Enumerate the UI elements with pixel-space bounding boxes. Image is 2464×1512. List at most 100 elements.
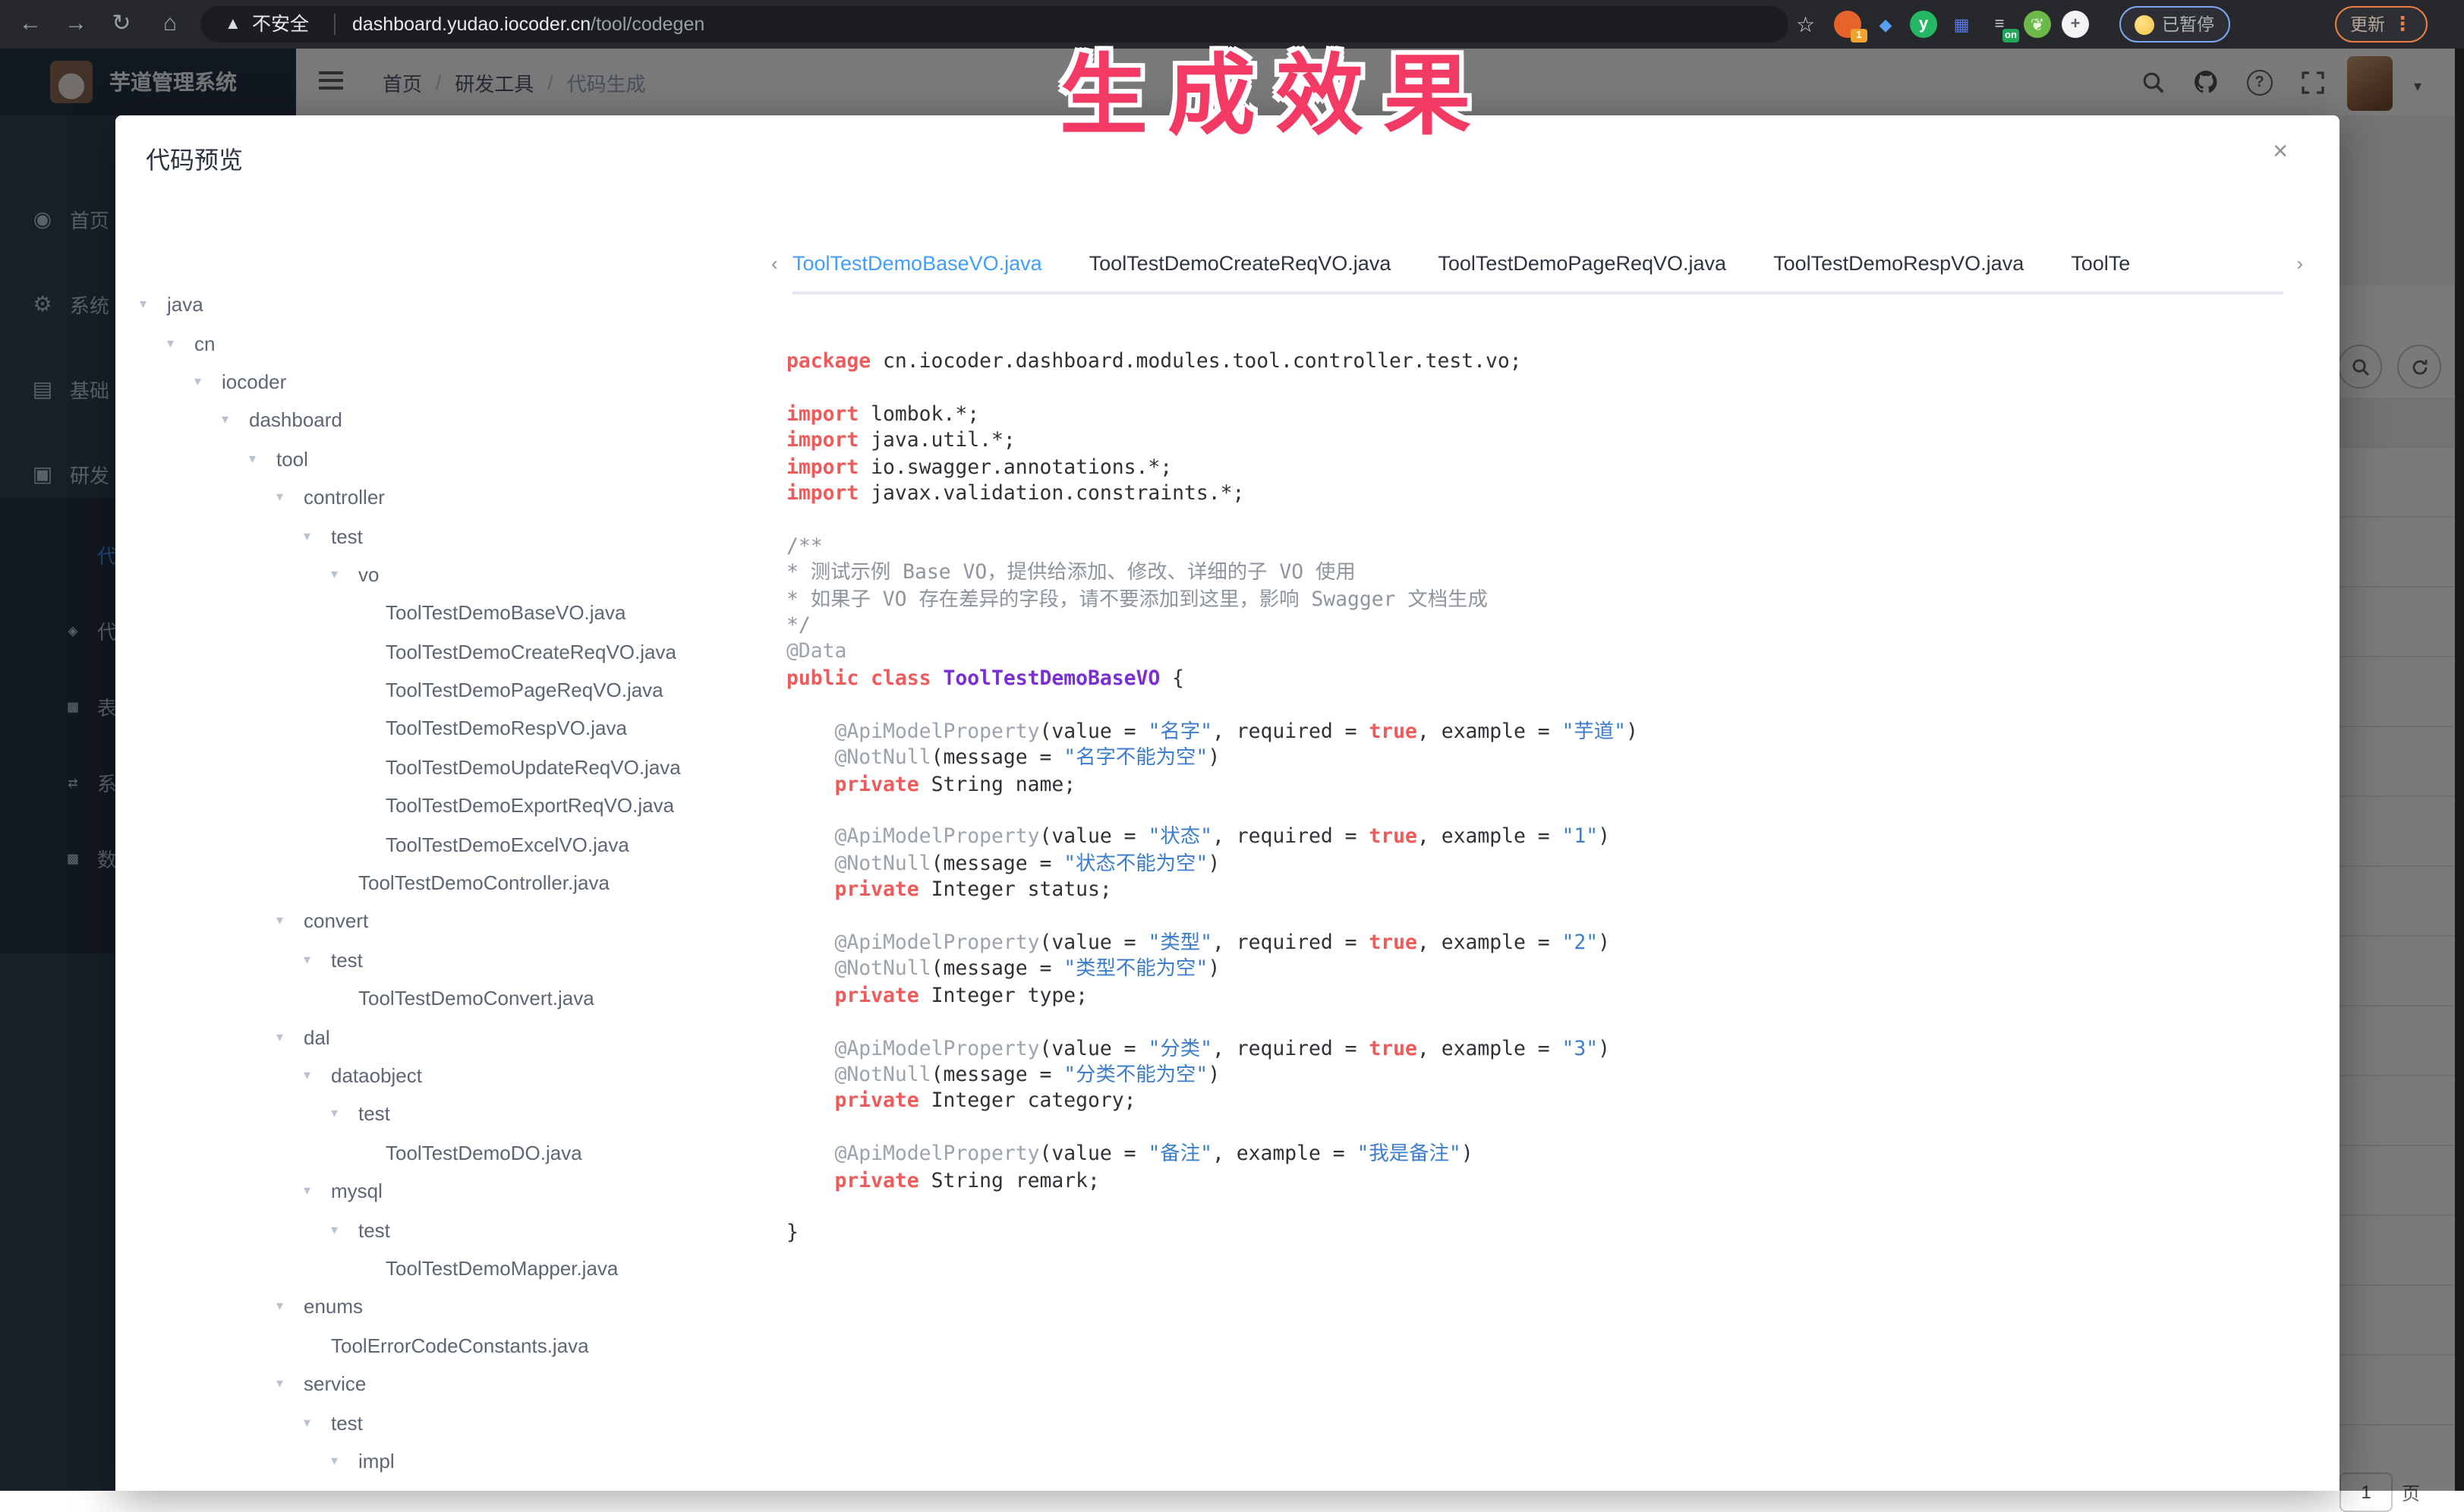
tree-folder-test[interactable]: ▾test xyxy=(128,940,765,979)
code-line: @ApiModelProperty(value = "名字", required… xyxy=(786,719,2305,745)
tree-file-ToolTestDemoPageReqVO.java[interactable]: ToolTestDemoPageReqVO.java xyxy=(128,671,765,710)
tab-4[interactable]: ToolTe xyxy=(2071,240,2130,291)
tree-file-ToolTestDemoController.java[interactable]: ToolTestDemoController.java xyxy=(128,864,765,902)
extension-yuque-icon[interactable]: y xyxy=(1910,11,1937,38)
browser-forward-icon[interactable]: → xyxy=(58,0,94,49)
tab-2[interactable]: ToolTestDemoPageReqVO.java xyxy=(1438,240,1726,291)
tree-expand-icon[interactable]: ▾ xyxy=(276,489,304,506)
tree-expand-icon[interactable]: ▾ xyxy=(304,528,331,544)
tree-expand-icon[interactable]: ▾ xyxy=(222,412,249,429)
browser-home-icon[interactable]: ⌂ xyxy=(152,0,188,49)
tree-expand-icon[interactable]: ▾ xyxy=(331,566,358,583)
extension-gem-icon[interactable]: ◆ xyxy=(1872,11,1899,38)
extension-switch-icon[interactable]: ≡on xyxy=(1986,11,2013,38)
security-label[interactable]: 不安全 xyxy=(252,6,309,43)
profile-paused-pill[interactable]: 已暂停 xyxy=(2119,6,2229,43)
extension-grid-icon[interactable]: ▦ xyxy=(1948,11,1975,38)
tree-folder-test[interactable]: ▾test xyxy=(128,1403,765,1442)
tree-folder-tool[interactable]: ▾tool xyxy=(128,439,765,478)
tabs-prev-icon[interactable]: ‹ xyxy=(771,252,778,275)
tree-folder-cn[interactable]: ▾cn xyxy=(128,324,765,363)
annotation-text: 生成效果 xyxy=(1060,24,1491,152)
tree-expand-icon[interactable]: ▾ xyxy=(304,952,331,969)
tree-folder-dataobject[interactable]: ▾dataobject xyxy=(128,1057,765,1095)
page-url[interactable]: dashboard.yudao.iocoder.cn/tool/codegen xyxy=(352,6,704,43)
code-view[interactable]: package cn.iocoder.dashboard.modules.too… xyxy=(786,349,2305,1248)
code-line: import lombok.*; xyxy=(786,402,2305,429)
code-line: import io.swagger.annotations.*; xyxy=(786,455,2305,481)
chrome-update-button[interactable]: 更新 ⋮ xyxy=(2335,6,2428,43)
code-line: private String name; xyxy=(786,772,2305,799)
code-line xyxy=(786,904,2305,931)
omnibox-divider xyxy=(334,14,336,35)
code-line xyxy=(786,1116,2305,1142)
tree-file-ToolTestDemoDO.java[interactable]: ToolTestDemoDO.java xyxy=(128,1133,765,1172)
tree-expand-icon[interactable]: ▾ xyxy=(331,1453,358,1469)
tree-folder-controller[interactable]: ▾controller xyxy=(128,478,765,517)
tree-folder-service[interactable]: ▾service xyxy=(128,1365,765,1403)
tree-file-ToolErrorCodeConstants.java[interactable]: ToolErrorCodeConstants.java xyxy=(128,1326,765,1365)
code-line: * 如果子 VO 存在差异的字段，请不要添加到这里，影响 Swagger 文档生… xyxy=(786,587,2305,613)
tree-folder-convert[interactable]: ▾convert xyxy=(128,902,765,941)
security-warning-icon: ▲ xyxy=(225,6,241,43)
extension-plant-icon[interactable]: ❦ xyxy=(2024,11,2051,38)
tree-file-ToolTestDemoExportReqVO.java[interactable]: ToolTestDemoExportReqVO.java xyxy=(128,786,765,825)
code-line: @ApiModelProperty(value = "状态", required… xyxy=(786,825,2305,852)
tree-expand-icon[interactable]: ▾ xyxy=(249,451,276,468)
code-line: private String remark; xyxy=(786,1168,2305,1195)
tab-3[interactable]: ToolTestDemoRespVO.java xyxy=(1773,240,2024,291)
code-line: * 测试示例 Base VO，提供给添加、修改、详细的子 VO 使用 xyxy=(786,561,2305,587)
file-tabs-bar: ‹ ToolTestDemoBaseVO.java ToolTestDemoCre… xyxy=(771,240,2303,291)
tree-folder-mysql[interactable]: ▾mysql xyxy=(128,1172,765,1211)
extension-ubuntu-icon[interactable]: 1 xyxy=(1834,11,1861,38)
tree-file-ToolTestDemoBaseVO.java[interactable]: ToolTestDemoBaseVO.java xyxy=(128,594,765,632)
code-line xyxy=(786,693,2305,720)
tree-folder-test[interactable]: ▾test xyxy=(128,1095,765,1133)
browser-reload-icon[interactable]: ↻ xyxy=(103,0,140,49)
browser-back-icon[interactable]: ← xyxy=(12,0,49,49)
tree-expand-icon[interactable]: ▾ xyxy=(194,373,222,390)
tree-folder-enums[interactable]: ▾enums xyxy=(128,1287,765,1326)
update-label: 更新 xyxy=(2350,12,2385,36)
tree-expand-icon[interactable]: ▾ xyxy=(140,296,167,313)
tree-expand-icon[interactable]: ▾ xyxy=(276,1028,304,1045)
tree-file-ToolTestDemoUpdateReqVO.java[interactable]: ToolTestDemoUpdateReqVO.java xyxy=(128,748,765,786)
tab-1[interactable]: ToolTestDemoCreateReqVO.java xyxy=(1089,240,1391,291)
tree-file-ToolTestDemoRespVO.java[interactable]: ToolTestDemoRespVO.java xyxy=(128,710,765,748)
dialog-title: 代码预览 xyxy=(146,140,243,176)
tree-folder-test[interactable]: ▾test xyxy=(128,1211,765,1249)
tree-file-ToolTestDemoServiceImpl.java[interactable]: ToolTestDemoServiceImpl.java xyxy=(128,1480,765,1491)
close-icon[interactable]: × xyxy=(2273,137,2288,167)
tree-file-ToolTestDemoExcelVO.java[interactable]: ToolTestDemoExcelVO.java xyxy=(128,825,765,864)
extension-puzzle-icon[interactable]: + xyxy=(2062,11,2089,38)
tree-expand-icon[interactable]: ▾ xyxy=(167,335,194,351)
browser-menu-icon[interactable]: ⋮ xyxy=(2393,12,2412,36)
tree-expand-icon[interactable]: ▾ xyxy=(276,913,304,930)
tree-folder-dashboard[interactable]: ▾dashboard xyxy=(128,401,765,439)
tree-folder-dal[interactable]: ▾dal xyxy=(128,1018,765,1057)
address-bar[interactable]: ▲ 不安全 dashboard.yudao.iocoder.cn/tool/co… xyxy=(200,6,1788,43)
tree-expand-icon[interactable]: ▾ xyxy=(276,1375,304,1392)
code-line: public class ToolTestDemoBaseVO { xyxy=(786,666,2305,693)
tabs-next-icon[interactable]: › xyxy=(2296,252,2303,275)
tree-expand-icon[interactable]: ▾ xyxy=(276,1299,304,1315)
code-line: @NotNull(message = "状态不能为空") xyxy=(786,851,2305,877)
tree-folder-test[interactable]: ▾test xyxy=(128,517,765,556)
bookmark-star-icon[interactable]: ☆ xyxy=(1796,0,1815,49)
tree-folder-vo[interactable]: ▾vo xyxy=(128,555,765,594)
tree-file-ToolTestDemoCreateReqVO.java[interactable]: ToolTestDemoCreateReqVO.java xyxy=(128,632,765,671)
tree-expand-icon[interactable]: ▾ xyxy=(331,1106,358,1123)
tree-file-ToolTestDemoMapper.java[interactable]: ToolTestDemoMapper.java xyxy=(128,1249,765,1288)
tree-expand-icon[interactable]: ▾ xyxy=(331,1221,358,1238)
tree-expand-icon[interactable]: ▾ xyxy=(304,1414,331,1431)
page-scrollbar[interactable] xyxy=(2455,49,2464,1491)
tree-folder-java[interactable]: ▾java xyxy=(128,285,765,324)
tree-file-ToolTestDemoConvert.java[interactable]: ToolTestDemoConvert.java xyxy=(128,979,765,1018)
screenshot-stage: ← → ↻ ⌂ ▲ 不安全 dashboard.yudao.iocoder.cn… xyxy=(0,0,2464,1491)
tree-folder-impl[interactable]: ▾impl xyxy=(128,1441,765,1480)
tree-expand-icon[interactable]: ▾ xyxy=(304,1183,331,1199)
tree-expand-icon[interactable]: ▾ xyxy=(304,1067,331,1084)
code-line: private Integer type; xyxy=(786,984,2305,1010)
tab-0[interactable]: ToolTestDemoBaseVO.java xyxy=(792,240,1042,291)
tree-folder-iocoder[interactable]: ▾iocoder xyxy=(128,363,765,402)
